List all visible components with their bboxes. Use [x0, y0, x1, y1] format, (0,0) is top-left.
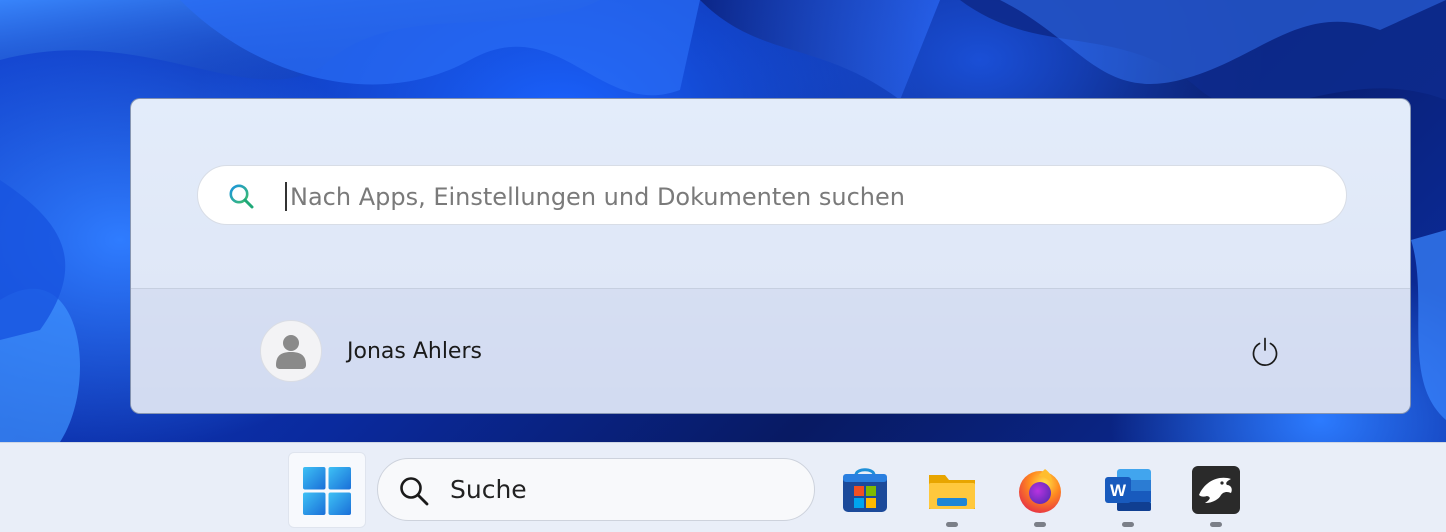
- taskbar-search-label: Suche: [450, 475, 527, 504]
- store-icon: [843, 468, 887, 512]
- running-indicator: [946, 522, 958, 527]
- search-input[interactable]: [288, 176, 1332, 218]
- svg-text:W: W: [1110, 481, 1127, 500]
- search-icon: [229, 184, 254, 209]
- user-name[interactable]: Jonas Ahlers: [347, 339, 482, 364]
- running-indicator: [1122, 522, 1134, 527]
- taskbar-app-word[interactable]: W: [1103, 465, 1153, 515]
- power-button[interactable]: [1249, 335, 1281, 367]
- start-menu-footer: Jonas Ahlers: [131, 288, 1410, 413]
- search-icon: [400, 477, 429, 506]
- running-indicator: [1210, 522, 1222, 527]
- running-indicator: [1034, 522, 1046, 527]
- taskbar-app-explorer[interactable]: [927, 465, 977, 515]
- power-icon: [1252, 337, 1278, 366]
- windows-logo-icon: [303, 467, 351, 515]
- taskbar-app-firefox[interactable]: [1015, 465, 1065, 515]
- eagle-icon: [1192, 466, 1240, 514]
- start-button[interactable]: [288, 452, 366, 528]
- text-caret: [285, 182, 287, 211]
- taskbar: Suche W: [0, 442, 1446, 532]
- taskbar-app-eagle[interactable]: [1191, 465, 1241, 515]
- start-search-box[interactable]: [197, 165, 1347, 225]
- firefox-icon: [1019, 469, 1061, 513]
- start-menu-panel: Jonas Ahlers: [130, 98, 1411, 414]
- word-icon: W: [1105, 469, 1151, 511]
- taskbar-search[interactable]: Suche: [377, 458, 815, 521]
- user-avatar[interactable]: [260, 320, 322, 382]
- taskbar-app-store[interactable]: [840, 465, 890, 515]
- folder-icon: [929, 475, 975, 509]
- user-icon: [276, 335, 306, 369]
